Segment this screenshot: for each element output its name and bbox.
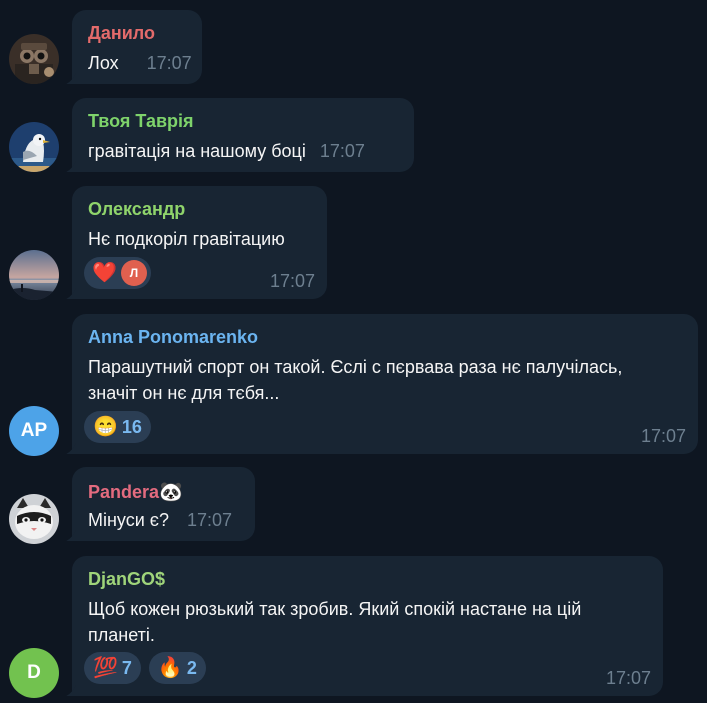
chat-message-list: Данило Лох 17:07 Твоя Таврія гравітація … <box>0 0 707 703</box>
message-time: 17:07 <box>640 426 686 446</box>
message-line: гравітація на нашому боці <box>88 141 306 161</box>
fire-icon: 🔥 <box>157 657 183 679</box>
reaction-count: 16 <box>121 416 142 437</box>
avatar-tvoya-tavriya[interactable] <box>9 122 59 172</box>
message-bubble[interactable]: Олександр Нє подкоріл гравітацию ❤️ Л 17… <box>66 186 327 299</box>
message-bubble[interactable]: DjanGO$ Щоб кожен рюзький так зробив. Як… <box>66 556 663 696</box>
avatar-oleksandr[interactable] <box>9 250 59 300</box>
reactions-row: 😁 16 <box>84 411 151 443</box>
message-text: Мінуси є? 17:07 <box>88 507 232 533</box>
message-line: Щоб кожен рюзький так зробив. Який спокі… <box>88 599 582 619</box>
seagull-avatar-icon <box>9 122 59 172</box>
message-text: Щоб кожен рюзький так зробив. Який спокі… <box>88 596 581 648</box>
sender-name[interactable]: DjanGO$ <box>88 569 165 590</box>
sender-name[interactable]: Олександр <box>88 199 185 220</box>
reaction-heart[interactable]: ❤️ Л <box>84 257 151 289</box>
bubble-tail <box>64 529 76 541</box>
sender-name[interactable]: Данило <box>88 23 155 44</box>
reaction-hundred[interactable]: 💯 7 <box>84 652 141 684</box>
message-line: Парашутний спорт он такой. Єслі с пєрвав… <box>88 357 623 377</box>
avatar-initials: AP <box>20 420 48 441</box>
reaction-grin[interactable]: 😁 16 <box>84 411 151 443</box>
message-time: 17:07 <box>186 510 233 530</box>
avatar-danylo[interactable] <box>9 34 59 84</box>
bubble-tail <box>64 160 76 172</box>
bubble-tail <box>64 287 76 299</box>
panda-icon: 🐼 <box>159 482 183 503</box>
cat-mask-avatar-icon <box>9 494 59 544</box>
heart-icon: ❤️ <box>92 262 117 284</box>
message-time: 17:07 <box>319 141 365 161</box>
message-text: гравітація на нашому боці 17:07 <box>88 138 365 164</box>
message-time: 17:07 <box>146 53 192 73</box>
message-bubble[interactable]: Pandera🐼 Мінуси є? 17:07 <box>66 467 255 541</box>
message-text: Нє подкоріл гравітацию <box>88 226 285 252</box>
sender-name-text: Pandera <box>88 482 160 502</box>
hundred-icon: 💯 <box>93 657 118 679</box>
bubble-tail <box>64 684 76 696</box>
message-line: планеті. <box>88 625 155 645</box>
avatar-pandera[interactable] <box>9 494 59 544</box>
message-bubble[interactable]: Твоя Таврія гравітація на нашому боці 17… <box>66 98 414 172</box>
reactions-row: 💯 7 🔥 2 <box>84 652 206 684</box>
sunset-lake-avatar-icon <box>9 250 59 300</box>
message-time: 17:07 <box>605 668 651 688</box>
bubble-tail <box>64 442 76 454</box>
message-text: Парашутний спорт он такой. Єслі с пєрвав… <box>88 354 622 406</box>
avatar-django[interactable]: D <box>9 648 59 698</box>
avatar-initials: D <box>27 662 41 683</box>
sender-name[interactable]: Твоя Таврія <box>88 111 194 132</box>
message-line: Мінуси є? <box>88 510 169 530</box>
bubble-tail <box>64 72 76 84</box>
message-line: значіт он нє для тєбя... <box>88 383 280 403</box>
message-time: 17:07 <box>269 271 315 291</box>
reactor-avatar: Л <box>120 260 147 286</box>
reaction-fire[interactable]: 🔥 2 <box>148 652 206 684</box>
sender-name[interactable]: Anna Ponomarenko <box>88 327 258 348</box>
sender-name[interactable]: Pandera🐼 <box>88 480 183 504</box>
message-line: Лох <box>88 53 119 73</box>
owl-robot-avatar-icon <box>9 34 59 84</box>
reaction-count: 2 <box>186 657 197 678</box>
reaction-count: 7 <box>121 657 132 678</box>
grin-icon: 😁 <box>93 416 118 438</box>
message-bubble[interactable]: Данило Лох 17:07 <box>66 10 202 84</box>
message-bubble[interactable]: Anna Ponomarenko Парашутний спорт он так… <box>66 314 698 454</box>
avatar-anna-ponomarenko[interactable]: AP <box>9 406 59 456</box>
message-text: Лох 17:07 <box>88 50 192 76</box>
message-line: Нє подкоріл гравітацию <box>88 229 285 249</box>
reactions-row: ❤️ Л <box>84 257 151 289</box>
